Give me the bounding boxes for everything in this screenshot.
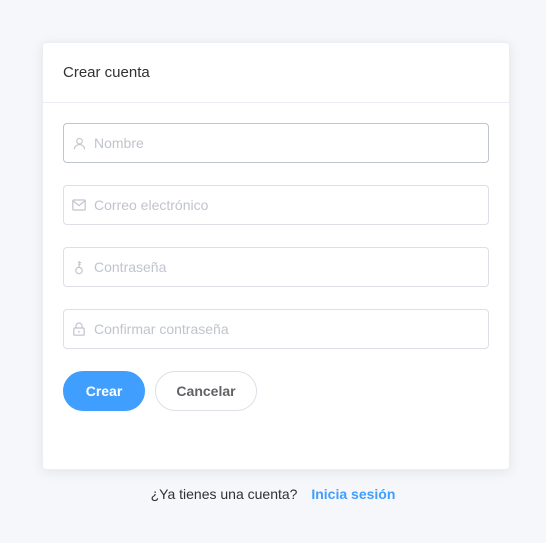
cancel-button[interactable]: Cancelar <box>155 371 257 411</box>
confirm-password-input[interactable] <box>94 310 488 348</box>
register-card: Crear cuenta Nombre Correo electrónico C… <box>42 42 510 470</box>
form-actions: Crear Cancelar <box>63 371 489 411</box>
login-question: ¿Ya tienes una cuenta? <box>150 486 298 502</box>
login-link[interactable]: Inicia sesión <box>311 486 395 502</box>
password-field[interactable] <box>63 247 489 287</box>
user-icon <box>64 123 94 163</box>
card-title: Crear cuenta <box>63 64 150 81</box>
key-icon <box>64 247 94 287</box>
password-input[interactable] <box>94 248 488 286</box>
register-form: Crear Cancelar <box>43 103 509 411</box>
email-field[interactable] <box>63 185 489 225</box>
name-input[interactable] <box>94 124 488 162</box>
create-button[interactable]: Crear <box>63 371 145 411</box>
mail-icon <box>64 185 94 225</box>
lock-icon <box>64 309 94 349</box>
card-header: Crear cuenta <box>43 43 509 103</box>
email-input[interactable] <box>94 186 488 224</box>
login-prompt: ¿Ya tienes una cuenta? Inicia sesión <box>0 486 546 502</box>
name-field[interactable] <box>63 123 489 163</box>
confirm-password-field[interactable] <box>63 309 489 349</box>
